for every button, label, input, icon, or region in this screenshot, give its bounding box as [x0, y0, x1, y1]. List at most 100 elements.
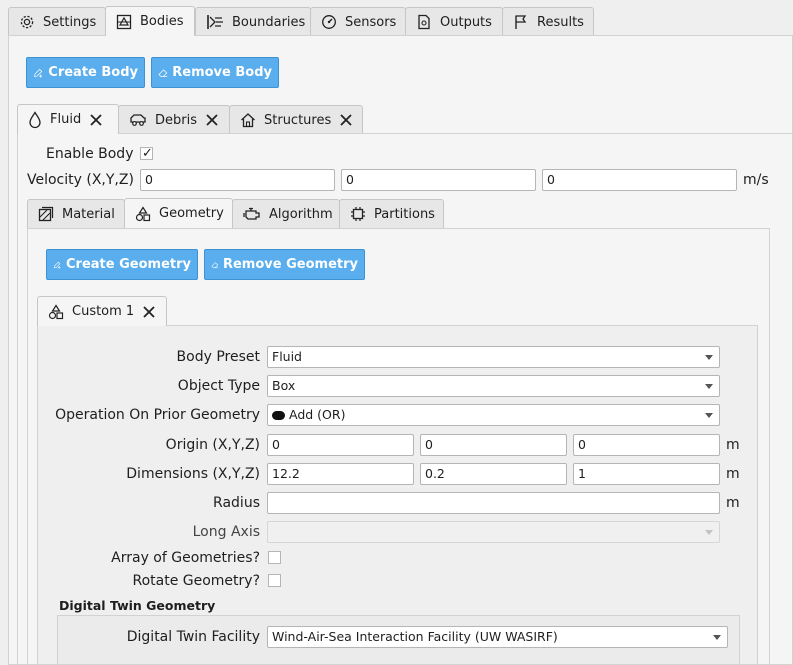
- object-type-label: Object Type: [177, 378, 260, 394]
- flag-icon: [515, 15, 527, 29]
- tab-algorithm-label: Algorithm: [269, 206, 333, 222]
- checkmark-icon: ✓: [142, 146, 153, 161]
- tab-body-debris-label: Debris: [155, 112, 197, 128]
- chevron-down-icon: [705, 355, 713, 360]
- dimensions-unit: m: [726, 466, 740, 482]
- create-geometry-label: Create Geometry: [66, 257, 191, 272]
- gear-icon: [20, 15, 34, 29]
- eraser-icon: [158, 68, 168, 77]
- rotate-label: Rotate Geometry?: [132, 573, 260, 589]
- close-tab-icon[interactable]: [339, 113, 353, 127]
- body-preset-select[interactable]: Fluid: [267, 346, 720, 368]
- velocity-x-input[interactable]: 0: [140, 169, 335, 191]
- tab-sensors[interactable]: Sensors: [310, 7, 406, 36]
- chevron-down-icon: [705, 530, 713, 535]
- tab-outputs-label: Outputs: [440, 14, 492, 30]
- tab-body-fluid-label: Fluid: [50, 112, 82, 127]
- remove-geometry-label: Remove Geometry: [222, 257, 358, 272]
- tab-body-debris[interactable]: Debris: [118, 105, 230, 134]
- house-icon: [241, 113, 255, 128]
- tab-bodies-label: Bodies: [140, 14, 184, 29]
- array-label: Array of Geometries?: [111, 550, 260, 566]
- origin-x-input[interactable]: 0: [267, 434, 414, 456]
- dimensions-z-input[interactable]: 1: [573, 463, 720, 485]
- shapes-icon: [135, 205, 151, 221]
- create-body-label: Create Body: [48, 65, 138, 80]
- array-checkbox[interactable]: [268, 551, 281, 564]
- chip-icon: [351, 207, 365, 221]
- tab-settings-label: Settings: [43, 14, 97, 30]
- tab-material-label: Material: [62, 206, 115, 222]
- pencil-plus-icon: [34, 68, 43, 78]
- operation-value: Add (OR): [289, 407, 346, 422]
- velocity-label: Velocity (X,Y,Z): [27, 172, 134, 188]
- dimensions-y-input[interactable]: 0.2: [420, 463, 567, 485]
- dimensions-x-input[interactable]: 12.2: [267, 463, 414, 485]
- digital-twin-facility-value: Wind-Air-Sea Interaction Facility (UW WA…: [272, 629, 558, 644]
- close-tab-icon[interactable]: [89, 113, 103, 127]
- velocity-y-input[interactable]: 0: [341, 169, 536, 191]
- velocity-z-input[interactable]: 0: [542, 169, 737, 191]
- union-icon: [272, 411, 285, 420]
- dimensions-label: Dimensions (X,Y,Z): [126, 466, 260, 482]
- tab-body-structures-label: Structures: [264, 112, 332, 128]
- tab-body-structures[interactable]: Structures: [229, 105, 363, 134]
- rotate-checkbox[interactable]: [268, 574, 281, 587]
- origin-z-input[interactable]: 0: [573, 434, 720, 456]
- bodies-icon: [116, 14, 132, 29]
- boundaries-icon: [207, 15, 223, 29]
- digital-twin-facility-label: Digital Twin Facility: [126, 629, 260, 645]
- tab-geometry-label: Geometry: [159, 206, 224, 221]
- long-axis-select[interactable]: [267, 521, 720, 543]
- tab-partitions[interactable]: Partitions: [339, 199, 444, 228]
- tab-outputs[interactable]: Outputs: [405, 7, 503, 36]
- velocity-unit: m/s: [743, 172, 769, 188]
- origin-unit: m: [726, 437, 740, 453]
- remove-body-button[interactable]: Remove Body: [151, 57, 279, 88]
- radius-input[interactable]: [267, 492, 720, 514]
- tab-material[interactable]: Material: [27, 199, 125, 228]
- remove-geometry-button[interactable]: Remove Geometry: [204, 249, 365, 280]
- tab-bodies[interactable]: Bodies: [105, 6, 195, 36]
- droplet-icon: [29, 110, 41, 128]
- tab-sensors-label: Sensors: [345, 14, 397, 30]
- operation-select[interactable]: Add (OR): [267, 404, 720, 426]
- chevron-down-icon: [713, 635, 721, 640]
- tab-algorithm[interactable]: Algorithm: [232, 199, 340, 228]
- operation-label: Operation On Prior Geometry: [55, 407, 260, 423]
- material-icon: [38, 206, 54, 222]
- digital-twin-heading: Digital Twin Geometry: [59, 598, 216, 613]
- create-body-button[interactable]: Create Body: [26, 57, 145, 88]
- radius-unit: m: [726, 495, 740, 511]
- object-type-select[interactable]: Box: [267, 375, 720, 397]
- close-tab-icon[interactable]: [142, 305, 156, 319]
- create-geometry-button[interactable]: Create Geometry: [46, 249, 198, 280]
- tab-body-fluid[interactable]: Fluid: [17, 104, 119, 134]
- object-type-value: Box: [272, 378, 296, 393]
- origin-label: Origin (X,Y,Z): [165, 437, 260, 453]
- tab-partitions-label: Partitions: [374, 206, 435, 222]
- outputs-icon: [418, 14, 430, 30]
- pencil-plus-icon: [53, 261, 61, 269]
- close-tab-icon[interactable]: [205, 113, 219, 127]
- origin-y-input[interactable]: 0: [420, 434, 567, 456]
- tab-boundaries-label: Boundaries: [232, 14, 306, 30]
- remove-body-label: Remove Body: [172, 65, 272, 80]
- body-preset-value: Fluid: [272, 349, 302, 364]
- chevron-down-icon: [705, 413, 713, 418]
- tab-boundaries[interactable]: Boundaries: [195, 7, 311, 36]
- engine-icon: [243, 207, 260, 220]
- tab-custom-1[interactable]: Custom 1: [37, 296, 167, 326]
- tab-custom-1-label: Custom 1: [72, 304, 135, 319]
- vehicle-icon: [130, 114, 146, 126]
- tab-results-label: Results: [537, 14, 584, 30]
- tab-results[interactable]: Results: [502, 7, 594, 36]
- digital-twin-facility-select[interactable]: Wind-Air-Sea Interaction Facility (UW WA…: [267, 626, 728, 648]
- radius-label: Radius: [213, 495, 260, 511]
- tab-settings[interactable]: Settings: [8, 7, 106, 36]
- shapes-icon: [48, 303, 64, 319]
- tab-geometry[interactable]: Geometry: [124, 198, 233, 228]
- sensor-icon: [322, 15, 336, 29]
- body-preset-label: Body Preset: [176, 349, 260, 365]
- enable-body-checkbox[interactable]: ✓: [140, 147, 153, 160]
